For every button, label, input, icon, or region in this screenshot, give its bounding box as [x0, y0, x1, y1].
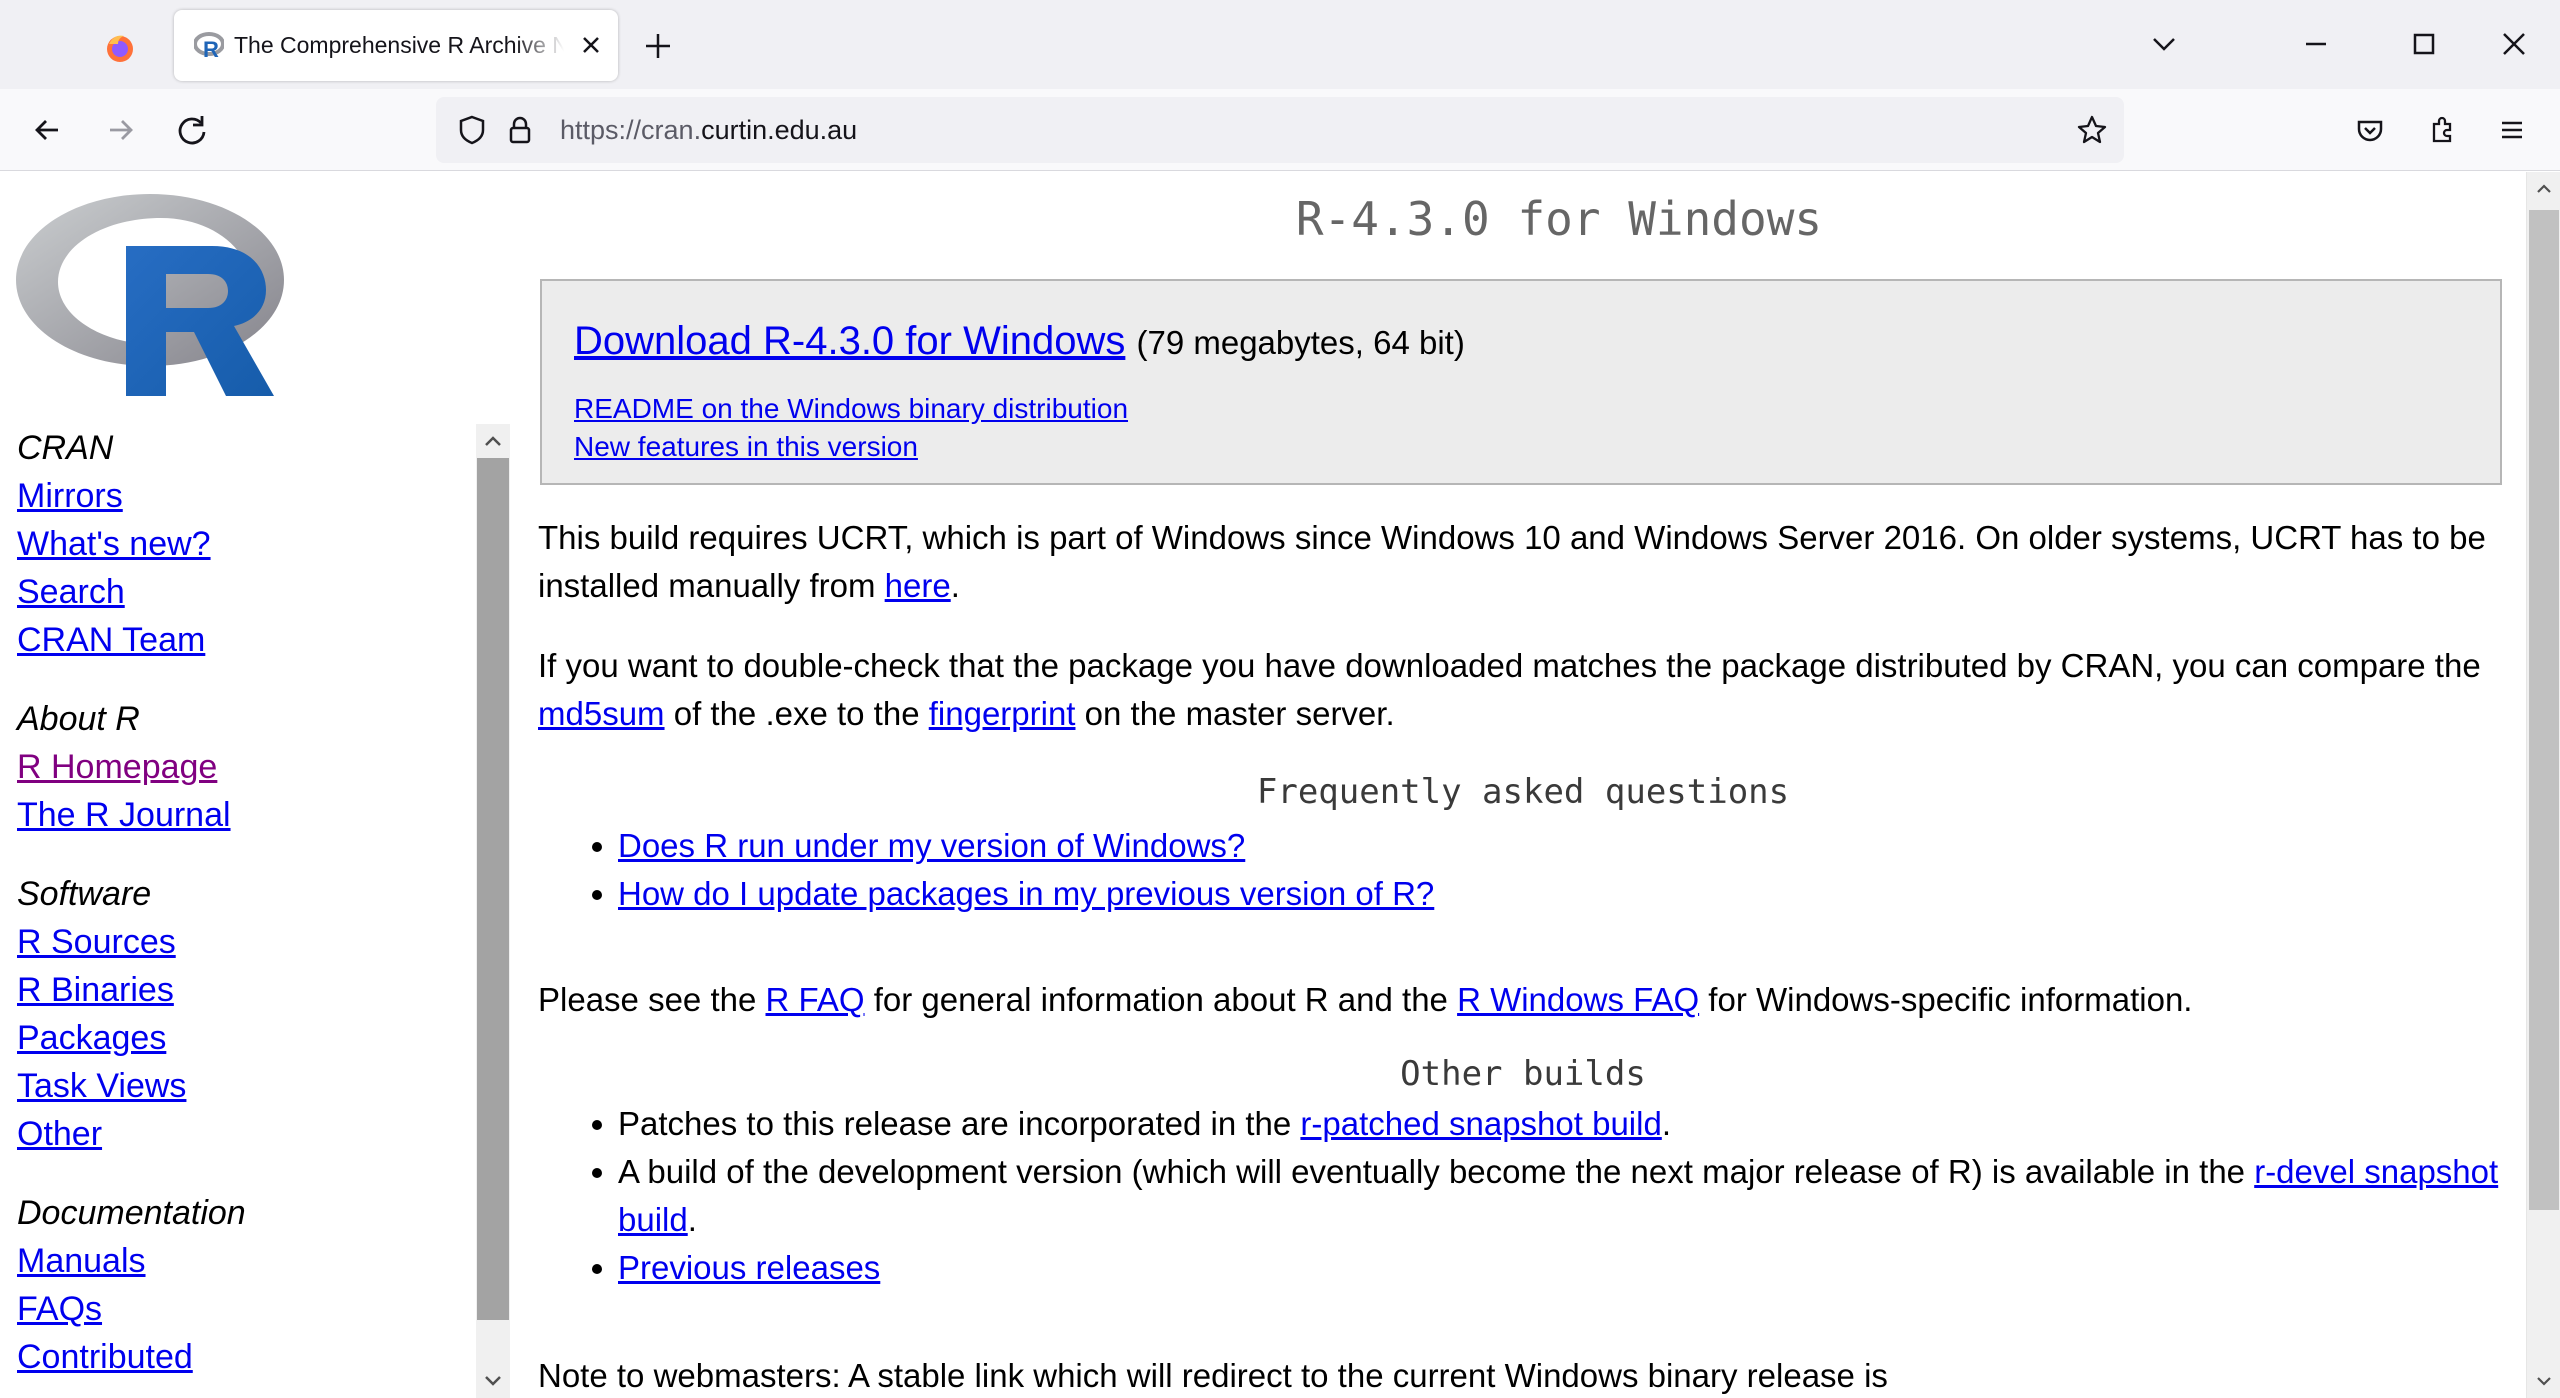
faq-link-windows-version[interactable]: Does R run under my version of Windows? — [618, 827, 1245, 864]
scroll-down-arrow-icon[interactable] — [476, 1364, 510, 1398]
tab-cran[interactable]: R The Comprehensive R Archive Network — [174, 10, 618, 81]
sidebar-link-other[interactable]: Other — [0, 1110, 474, 1158]
sidebar-link-whats-new[interactable]: What's new? — [0, 520, 474, 568]
sidebar-heading: About R — [17, 700, 140, 738]
list-item: How do I update packages in my previous … — [538, 870, 2508, 918]
close-window-icon[interactable] — [2492, 22, 2536, 66]
tracking-protection-shield-icon[interactable] — [450, 108, 494, 152]
download-r-link[interactable]: Download R-4.3.0 for Windows — [574, 319, 1125, 363]
forward-icon[interactable] — [98, 108, 142, 152]
tab-title: The Comprehensive R Archive Network — [234, 32, 564, 58]
fingerprint-link[interactable]: fingerprint — [929, 695, 1076, 732]
sidebar-link-r-homepage[interactable]: R Homepage — [0, 743, 474, 791]
page-title: R-4.3.0 for Windows — [1295, 192, 1823, 246]
lock-icon[interactable] — [498, 108, 542, 152]
reload-icon[interactable] — [170, 108, 214, 152]
new-features-link[interactable]: New features in this version — [574, 431, 918, 463]
close-tab-icon[interactable] — [576, 30, 606, 60]
sidebar-link-cran-team[interactable]: CRAN Team — [0, 616, 474, 664]
ucrt-here-link[interactable]: here — [885, 567, 951, 604]
r-patched-link[interactable]: r-patched snapshot build — [1300, 1105, 1661, 1142]
list-item: A build of the development version (whic… — [538, 1148, 2508, 1244]
main-content: R-4.3.0 for Windows Download R-4.3.0 for… — [538, 172, 2508, 1398]
list-all-tabs-icon[interactable] — [2142, 22, 2186, 66]
minimize-icon[interactable] — [2294, 22, 2338, 66]
r-windows-faq-link[interactable]: R Windows FAQ — [1457, 981, 1699, 1018]
navigation-toolbar: https://cran.curtin.edu.au — [0, 89, 2560, 171]
sidebar-link-manuals[interactable]: Manuals — [0, 1237, 474, 1285]
extensions-icon[interactable] — [2420, 108, 2464, 152]
sidebar-heading: Documentation — [17, 1194, 246, 1232]
sidebar-link-task-views[interactable]: Task Views — [0, 1062, 474, 1110]
faq-link-update-packages[interactable]: How do I update packages in my previous … — [618, 875, 1434, 912]
md5sum-link[interactable]: md5sum — [538, 695, 665, 732]
sidebar-scrollbar-thumb[interactable] — [477, 458, 509, 1320]
scroll-up-arrow-icon[interactable] — [2527, 172, 2560, 206]
other-builds-heading: Other builds — [1400, 1054, 1646, 1094]
faq-note-paragraph: Please see the R FAQ for general informa… — [538, 981, 2193, 1018]
sidebar-section-about-r: About R R Homepage The R Journal — [0, 695, 474, 839]
sidebar-section-documentation: Documentation Manuals FAQs Contributed — [0, 1189, 474, 1381]
sidebar-link-search[interactable]: Search — [0, 568, 474, 616]
checksum-paragraph: If you want to double-check that the pac… — [538, 647, 2481, 732]
sidebar-link-faqs[interactable]: FAQs — [0, 1285, 474, 1333]
sidebar-link-contributed[interactable]: Contributed — [0, 1333, 474, 1381]
new-tab-icon[interactable] — [640, 28, 676, 64]
firefox-view-icon[interactable] — [96, 24, 144, 72]
r-favicon-icon: R — [193, 32, 225, 62]
scroll-down-arrow-icon[interactable] — [2527, 1364, 2560, 1398]
sidebar-section-software: Software R Sources R Binaries Packages T… — [0, 870, 474, 1158]
r-logo[interactable] — [16, 186, 284, 396]
pocket-icon[interactable] — [2348, 108, 2392, 152]
ucrt-paragraph: This build requires UCRT, which is part … — [538, 519, 2486, 604]
page-scrollbar[interactable] — [2526, 172, 2560, 1398]
sidebar-link-r-binaries[interactable]: R Binaries — [0, 966, 474, 1014]
sidebar-heading: CRAN — [17, 429, 114, 467]
list-item: Patches to this release are incorporated… — [538, 1100, 2508, 1148]
download-box: Download R-4.3.0 for Windows (79 megabyt… — [540, 279, 2502, 485]
sidebar-section-cran: CRAN Mirrors What's new? Search CRAN Tea… — [0, 424, 474, 664]
scroll-up-arrow-icon[interactable] — [476, 424, 510, 458]
faq-heading: Frequently asked questions — [1256, 772, 1790, 812]
download-size: (79 megabytes, 64 bit) — [1136, 324, 1465, 361]
page-viewport: CRAN Mirrors What's new? Search CRAN Tea… — [0, 172, 2560, 1398]
app-menu-icon[interactable] — [2490, 108, 2534, 152]
list-item: Does R run under my version of Windows? — [538, 822, 2508, 870]
webmasters-note: Note to webmasters: A stable link which … — [538, 1357, 1888, 1394]
sidebar-heading: Software — [17, 875, 152, 913]
back-icon[interactable] — [26, 108, 70, 152]
page-scrollbar-thumb[interactable] — [2529, 210, 2559, 1210]
readme-link[interactable]: README on the Windows binary distributio… — [574, 393, 1128, 425]
other-builds-list: Patches to this release are incorporated… — [538, 1100, 2508, 1292]
sidebar-navigation: CRAN Mirrors What's new? Search CRAN Tea… — [0, 424, 474, 1398]
address-bar[interactable]: https://cran.curtin.edu.au — [436, 97, 2124, 163]
maximize-icon[interactable] — [2402, 22, 2446, 66]
sidebar-link-r-journal[interactable]: The R Journal — [0, 791, 474, 839]
list-item: Previous releases — [538, 1244, 2508, 1292]
sidebar-link-r-sources[interactable]: R Sources — [0, 918, 474, 966]
sidebar-link-packages[interactable]: Packages — [0, 1014, 474, 1062]
previous-releases-link[interactable]: Previous releases — [618, 1249, 880, 1286]
svg-text:R: R — [203, 37, 219, 60]
bookmark-star-icon[interactable] — [2070, 108, 2114, 152]
sidebar-link-mirrors[interactable]: Mirrors — [0, 472, 474, 520]
faq-list: Does R run under my version of Windows? … — [538, 822, 2508, 918]
sidebar-scrollbar[interactable] — [476, 424, 510, 1398]
tab-bar: R The Comprehensive R Archive Network — [0, 0, 2560, 89]
url-text[interactable]: https://cran.curtin.edu.au — [560, 115, 857, 146]
r-faq-link[interactable]: R FAQ — [766, 981, 865, 1018]
download-line: Download R-4.3.0 for Windows (79 megabyt… — [574, 319, 1465, 364]
